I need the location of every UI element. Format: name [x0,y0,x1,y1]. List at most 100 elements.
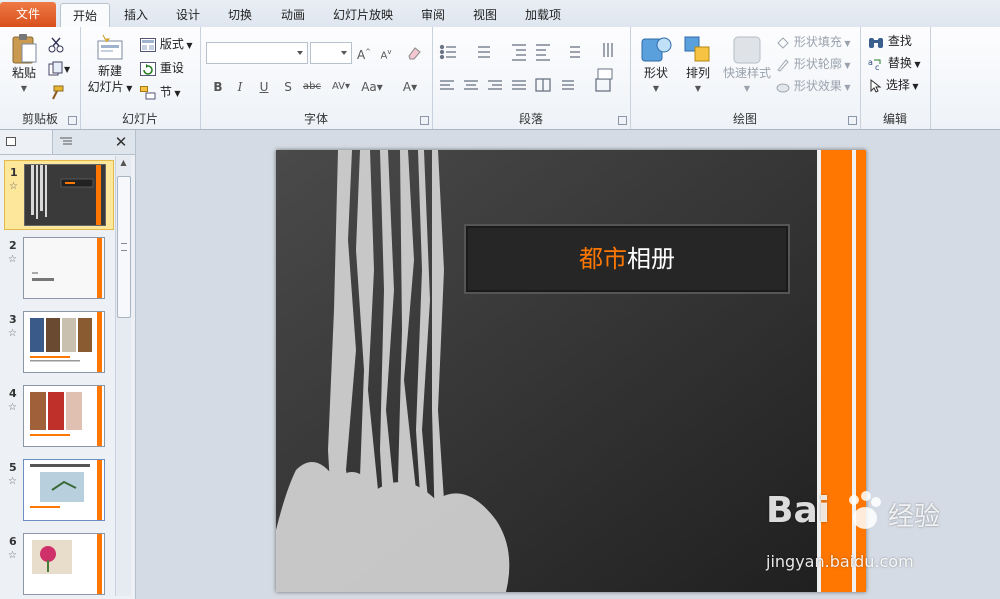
drawing-group: 形状 ▼ 排列 ▼ 快速样式 ▼ 形状填充 ▼ 形状轮廓 ▼ 形状效果 ▼ 绘图 [630,27,861,129]
chevron-down-icon [341,51,347,55]
strikethrough-button[interactable]: abc [300,77,324,97]
change-case-button[interactable]: Aa▾ [358,77,386,97]
slide-thumbnail-2[interactable]: 2 ☆ [4,234,112,302]
paragraph-icons[interactable] [438,41,624,107]
grow-font-button[interactable]: A^ [354,42,374,62]
slides-group-label: 幻灯片 [121,112,158,126]
shape-fill-button[interactable]: 形状填充 ▼ [776,33,851,51]
close-icon[interactable]: ✕ [112,133,130,151]
animation-star-icon: ☆ [9,181,18,192]
svg-text:c: c [875,63,879,71]
bold-button[interactable]: B [208,77,228,97]
slide-preview [23,237,105,299]
replace-button[interactable]: ac 替换 ▼ [868,54,921,72]
section-button[interactable]: 节 ▼ [140,83,181,101]
arrange-dropdown-arrow-icon: ▼ [694,84,702,93]
binoculars-icon [869,37,883,48]
slide-title-accent: 都市 [579,245,627,273]
tab-review[interactable]: 审阅 [410,3,456,27]
scrollbar-thumb[interactable] [117,176,131,318]
tab-file[interactable]: 文件 [0,2,56,27]
arrange-icon [684,36,710,62]
tab-view[interactable]: 视图 [462,3,508,27]
new-slide-icon [97,34,123,60]
slide-editing-area: 都市相册 Bai 经验 jingyan.baidu.com [136,130,1000,599]
baidu-watermark: Bai 经验 jingyan.baidu.com [766,490,996,580]
tab-slides-thumbnails[interactable] [0,130,53,154]
char-spacing-button[interactable]: AV▾ [328,77,354,97]
thumbnail-scrollbar[interactable]: ▲ [115,156,131,596]
underline-button[interactable]: U [254,77,274,97]
shadow-button[interactable]: S [278,77,298,97]
tab-insert[interactable]: 插入 [113,3,159,27]
copy-icon [48,61,63,75]
cursor-arrow-icon [870,78,882,93]
tab-transitions[interactable]: 切换 [217,3,263,27]
quick-styles-button[interactable]: 快速样式 ▼ [720,35,774,97]
tab-slideshow[interactable]: 幻灯片放映 [322,3,404,27]
tab-outline[interactable] [56,130,106,154]
scroll-up-icon[interactable]: ▲ [117,158,130,172]
slide-preview [24,164,106,226]
slide-number: 4 [9,387,17,400]
font-name-combo[interactable] [206,42,308,64]
animation-star-icon: ☆ [8,402,17,413]
slide-thumbnail-6[interactable]: 6 ☆ [4,530,112,598]
cut-button[interactable] [48,35,64,53]
slides-group: 新建 幻灯片 ▼ 版式 ▼ 重设 节 ▼ 幻灯片 [80,27,201,129]
paragraph-group-label: 段落 [518,112,543,126]
paste-icon [12,34,37,64]
format-painter-icon [52,85,64,99]
drawing-group-label: 绘图 [732,112,757,126]
reset-button[interactable]: 重设 [140,59,184,77]
font-color-button[interactable]: A▾ [396,77,424,97]
find-button[interactable]: 查找 [868,32,912,50]
tab-home[interactable]: 开始 [60,3,110,28]
scissors-icon [48,37,64,52]
slide-preview-graphic [24,460,104,520]
copy-button[interactable]: ▼ [48,59,70,77]
arrange-button[interactable]: 排列 ▼ [678,35,718,97]
pen-icon [777,58,789,72]
slide-thumbnail-5[interactable]: 5 ☆ [4,456,112,524]
paragraph-launcher-icon[interactable] [618,116,627,125]
shape-outline-button[interactable]: 形状轮廓 ▼ [776,55,851,73]
watermark-brand: Bai [766,490,831,531]
new-slide-button[interactable]: 新建 幻灯片 ▼ [86,33,134,97]
tab-addins[interactable]: 加载项 [514,3,572,27]
slide-thumbnail-3[interactable]: 3 ☆ [4,308,112,376]
tab-design[interactable]: 设计 [165,3,211,27]
watermark-brand-2: 经验 [888,502,941,532]
slide-thumbnail-1[interactable]: 1 ☆ [4,160,114,230]
shape-effects-button[interactable]: 形状效果 ▼ [776,77,851,95]
format-painter-button[interactable] [48,83,64,101]
font-launcher-icon[interactable] [420,116,429,125]
clear-format-button[interactable] [404,42,424,62]
shape-button[interactable]: 形状 ▼ [636,35,676,97]
clipboard-launcher-icon[interactable] [68,116,77,125]
slide-thumbnail-4[interactable]: 4 ☆ [4,382,112,450]
italic-button[interactable]: I [230,77,250,97]
tab-animations[interactable]: 动画 [270,3,316,27]
paragraph-group: 段落 [432,27,631,129]
select-button[interactable]: 选择 ▼ [868,76,919,94]
reset-icon [140,61,156,76]
font-size-combo[interactable] [310,42,352,64]
ribbon: 粘贴 ▼ ▼ 剪贴板 新建 幻灯片 ▼ 版式 ▼ 重设 节 ▼ 幻灯片 A^ A… [0,27,1000,130]
drawing-launcher-icon[interactable] [848,116,857,125]
shrink-font-button[interactable]: Av [376,42,396,62]
slide-preview-graphic [24,534,104,594]
slide-preview-graphic [24,386,104,446]
slide-number: 2 [9,239,17,252]
editing-group-label: 编辑 [882,112,907,126]
font-group: A^ Av B I U S abc AV▾ Aa▾ A▾ 字体 [200,27,433,129]
paste-button[interactable]: 粘贴 ▼ [6,33,42,97]
slide-title-box[interactable]: 都市相册 [464,224,790,294]
slide-preview [23,385,105,447]
quick-styles-label: 快速样式 [722,66,771,80]
shapes-icon [641,37,672,62]
layout-button[interactable]: 版式 ▼ [140,35,193,53]
panel-tab-bar: ✕ [0,130,135,155]
outline-icon [60,137,72,145]
slide-number: 6 [9,535,17,548]
